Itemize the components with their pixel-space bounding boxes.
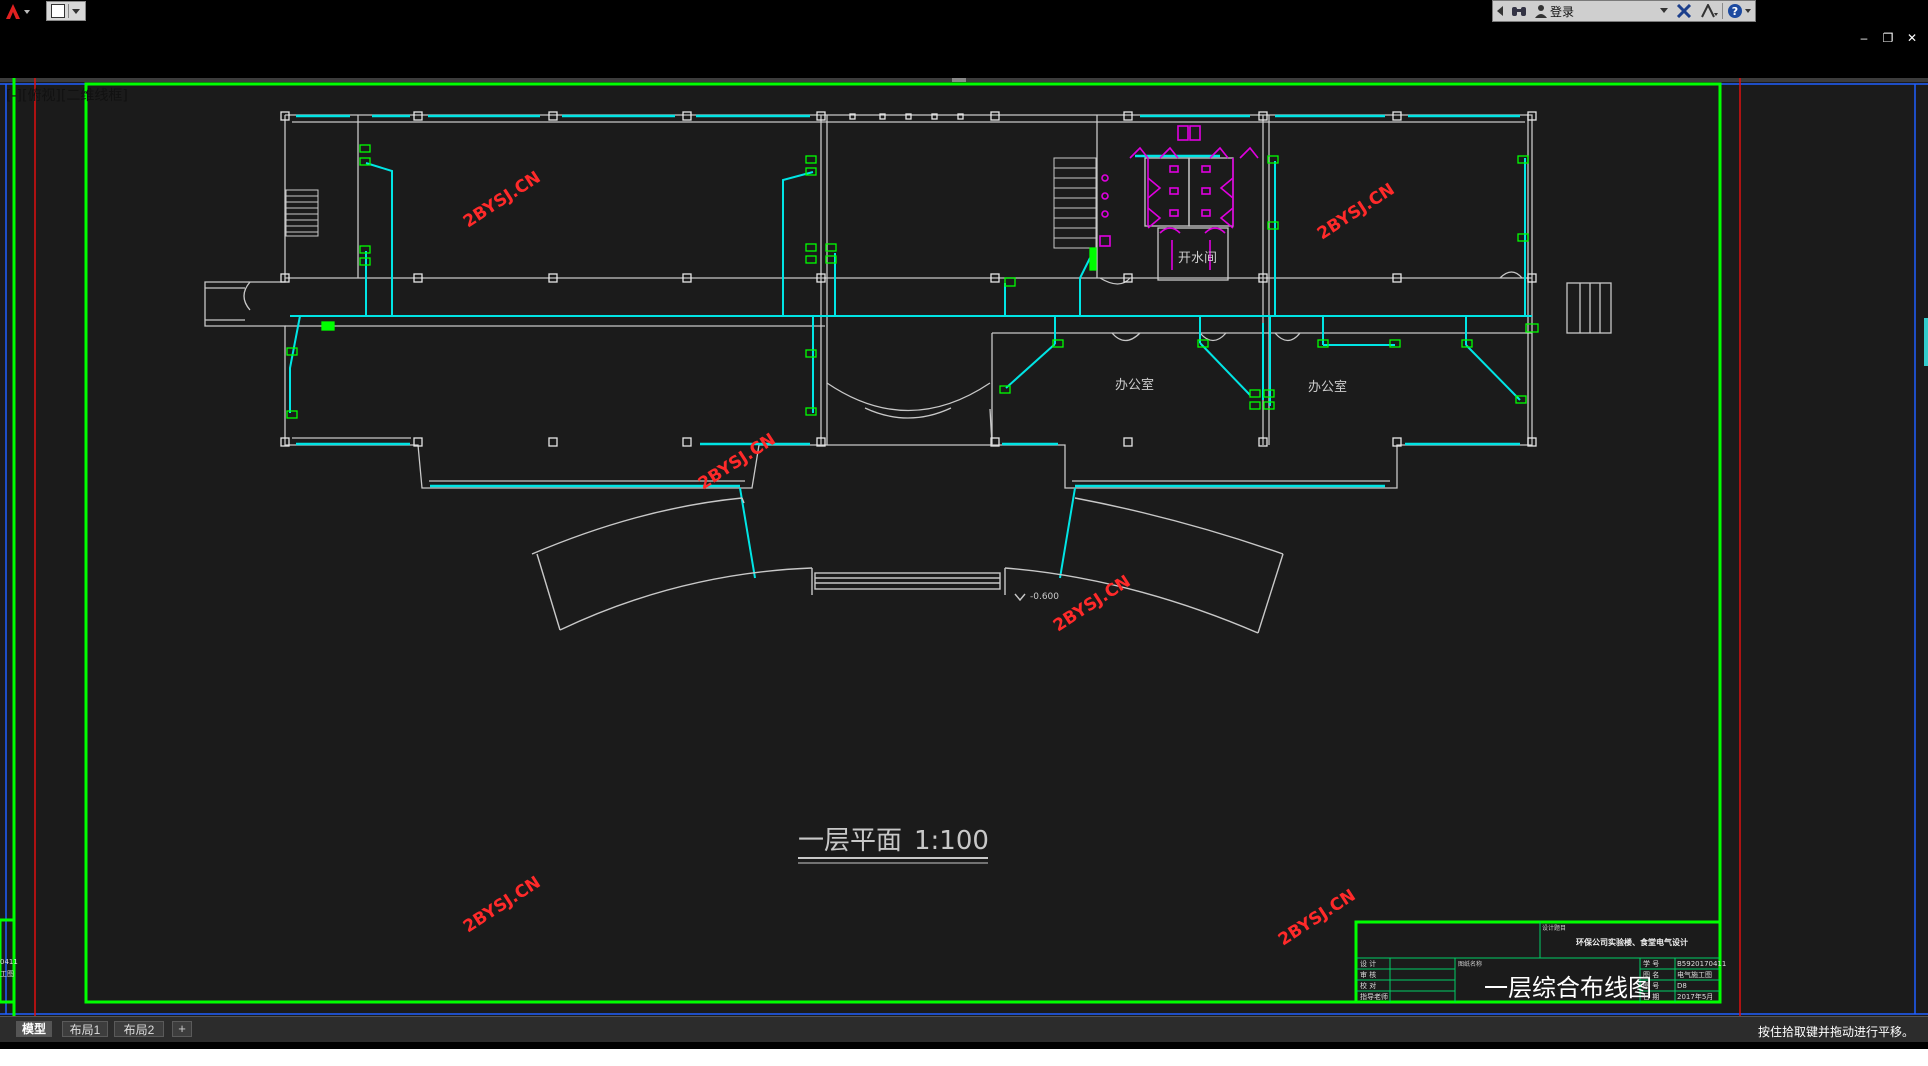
tab-model[interactable]: 模型: [16, 1021, 52, 1037]
watermark-text: 2BYSJ.CN: [1275, 886, 1360, 951]
tb-right-value: 电气施工图: [1677, 970, 1712, 979]
tb-right-label: 图 名: [1643, 970, 1659, 979]
tb-right-value: D8: [1677, 982, 1687, 990]
tb-right-label: 图 号: [1643, 982, 1659, 990]
exchange-x-icon: [1676, 4, 1692, 18]
infocenter-bar: 登录 ?: [1492, 0, 1756, 22]
tb-left-row: 审 核: [1360, 970, 1376, 979]
title-bar: 登录 ?: [0, 0, 1928, 24]
door-swing: [1099, 277, 1131, 285]
structural-columns: [280, 111, 1537, 447]
plan-title: 一层平面: [798, 826, 902, 856]
plan-scale: 1:100: [914, 826, 989, 856]
project-name: 环保公司实验楼、食堂电气设计: [1576, 937, 1688, 947]
svg-text:?: ?: [1732, 5, 1738, 18]
application-menu-button[interactable]: [0, 0, 38, 22]
exterior-wall: [204, 114, 1533, 489]
network-outlets: [286, 144, 1539, 419]
tb-right-value: B5920170411: [1677, 960, 1726, 968]
quick-access-toolbar[interactable]: [46, 1, 86, 21]
watermark-text: 2BYSJ.CN: [1314, 180, 1399, 245]
login-dropdown[interactable]: [1656, 1, 1672, 21]
minimize-button[interactable]: –: [1858, 31, 1870, 45]
drawing-title: 一层综合布线图: [1484, 974, 1652, 1002]
tb-left-row: 指导老师: [1360, 992, 1388, 1001]
room-label-office-2: 办公室: [1308, 379, 1347, 395]
floor-plan-walls: [204, 114, 1612, 489]
a360-icon: [1701, 4, 1718, 18]
login-label: 登录: [1550, 4, 1575, 19]
toolbar-separator: [68, 4, 69, 18]
user-icon: [1535, 5, 1547, 18]
drawing-canvas[interactable]: 0411 工图 -0.600 开水间 办公室 办公室 一层平面 1:100 2B…: [0, 78, 1928, 1016]
tb-left-row: 设 计: [1360, 959, 1376, 968]
add-layout-button[interactable]: +: [172, 1021, 192, 1037]
chevron-left-icon: [1497, 6, 1503, 16]
door-swing: [1499, 271, 1523, 279]
new-drawing-icon[interactable]: [51, 4, 65, 18]
elevation-label: -0.600: [1030, 592, 1059, 602]
viewport-controls[interactable]: [-][俯视][二维线框]: [6, 85, 128, 105]
a360-button[interactable]: [1696, 1, 1722, 21]
close-button[interactable]: ✕: [1906, 31, 1918, 45]
tb-right-label: 学 号: [1643, 959, 1659, 968]
login-button[interactable]: 登录: [1531, 1, 1578, 21]
watermark-text: 2BYSJ.CN: [460, 873, 545, 938]
central-porch-curve: [864, 407, 952, 419]
side-fragment-1: 0411: [0, 958, 18, 966]
door-swing: [1274, 332, 1301, 342]
room-label-water: 开水间: [1178, 251, 1217, 266]
central-porch-curve: [826, 382, 991, 412]
status-bar: [0, 1042, 1928, 1066]
drawing-svg[interactable]: 0411 工图 -0.600 开水间 办公室 办公室 一层平面 1:100 2B…: [0, 78, 1928, 1016]
watermark-text: 2BYSJ.CN: [460, 168, 545, 233]
scroll-thumb[interactable]: [952, 78, 966, 82]
layout-tab-bar: 模型 布局1 布局2 + 按住拾取键并拖动进行平移。: [0, 1016, 1928, 1042]
window-controls-row: – ❐ ✕: [0, 24, 1928, 78]
exchange-button[interactable]: [1672, 1, 1696, 21]
sheet-border: [84, 82, 1722, 1004]
navigation-bar-grip[interactable]: [1924, 318, 1928, 366]
stairs-left: [285, 189, 319, 237]
watermark-text: 2BYSJ.CN: [695, 430, 780, 495]
side-fragment-2: 工图: [0, 970, 14, 978]
help-icon: ?: [1728, 4, 1751, 18]
chevron-down-icon[interactable]: [72, 8, 80, 14]
windows: [296, 114, 1520, 488]
drawing-label: 图纸名称: [1458, 960, 1482, 968]
tb-right-label: 日 期: [1643, 993, 1659, 1001]
title-block: 设计题目 环保公司实验楼、食堂电气设计 图纸名称 一层综合布线图 设 计 审 核…: [1354, 920, 1726, 1004]
stairs-right: [1053, 157, 1097, 249]
room-label-office-1: 办公室: [1115, 377, 1154, 393]
restore-button[interactable]: ❐: [1882, 31, 1894, 45]
autocad-a-icon: [6, 4, 30, 19]
right-entrance-steps: [1566, 282, 1612, 334]
tab-layout2[interactable]: 布局2: [114, 1021, 164, 1037]
restroom-fixtures: [1099, 125, 1259, 270]
door-swing: [243, 281, 251, 311]
command-prompt-status: 按住拾取键并拖动进行平移。: [1757, 1025, 1914, 1039]
front-terrace: [531, 497, 1284, 634]
binoculars-icon: [1512, 7, 1526, 16]
restroom-cubicles: [1144, 157, 1190, 227]
project-label: 设计题目: [1542, 924, 1566, 932]
tab-layout1[interactable]: 布局1: [62, 1021, 108, 1037]
chevron-down-icon: [1660, 8, 1668, 13]
tb-right-value: 2017年5月: [1677, 992, 1713, 1001]
door-swing: [1111, 332, 1141, 342]
infocenter-collapse-arrow[interactable]: [1493, 1, 1507, 21]
window-controls: – ❐ ✕: [1858, 31, 1918, 45]
help-button[interactable]: ?: [1723, 1, 1755, 21]
search-button[interactable]: [1507, 1, 1531, 21]
watermark-text: 2BYSJ.CN: [1050, 572, 1135, 637]
status-bar-divider: [0, 1042, 1928, 1049]
tb-left-row: 校 对: [1360, 981, 1376, 990]
